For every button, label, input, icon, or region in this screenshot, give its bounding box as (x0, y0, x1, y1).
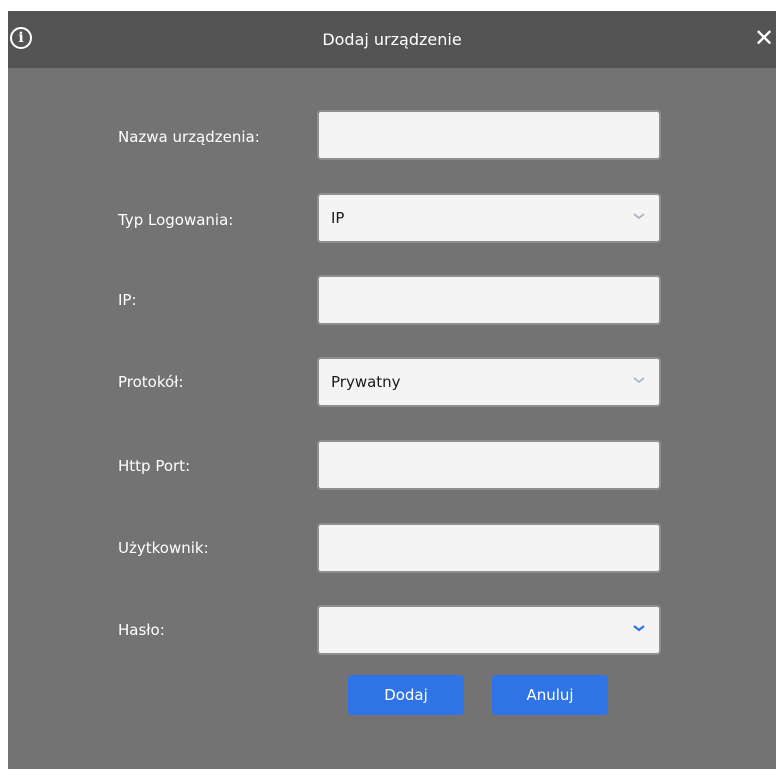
http-port-input[interactable] (319, 442, 659, 488)
chevron-down-icon[interactable] (631, 372, 647, 388)
dialog-titlebar: i Dodaj urządzenie ✕ (8, 11, 776, 68)
ip-field[interactable] (317, 275, 661, 325)
login-type-value: IP (331, 209, 345, 227)
protocol-label: Protokół: (118, 373, 184, 391)
chevron-down-icon[interactable] (631, 620, 647, 636)
login-type-label: Typ Logowania: (118, 211, 234, 229)
add-button[interactable]: Dodaj (348, 675, 464, 715)
user-label: Użytkownik: (118, 539, 209, 557)
cancel-button[interactable]: Anuluj (492, 675, 608, 715)
password-label: Hasło: (118, 621, 165, 639)
ip-label: IP: (118, 291, 137, 309)
device-name-input[interactable] (319, 112, 659, 158)
device-name-field[interactable] (317, 110, 661, 160)
protocol-value: Prywatny (331, 373, 401, 391)
login-type-select[interactable]: IP (317, 193, 661, 243)
close-icon[interactable]: ✕ (754, 25, 776, 51)
password-input[interactable] (319, 607, 659, 653)
device-name-label: Nazwa urządzenia: (118, 128, 260, 146)
password-field[interactable] (317, 605, 661, 655)
http-port-field[interactable] (317, 440, 661, 490)
dialog-title: Dodaj urządzenie (322, 30, 462, 49)
ip-input[interactable] (319, 277, 659, 323)
chevron-down-icon[interactable] (631, 208, 647, 224)
user-input[interactable] (319, 525, 659, 571)
http-port-label: Http Port: (118, 457, 191, 475)
user-field[interactable] (317, 523, 661, 573)
protocol-select[interactable]: Prywatny (317, 357, 661, 407)
